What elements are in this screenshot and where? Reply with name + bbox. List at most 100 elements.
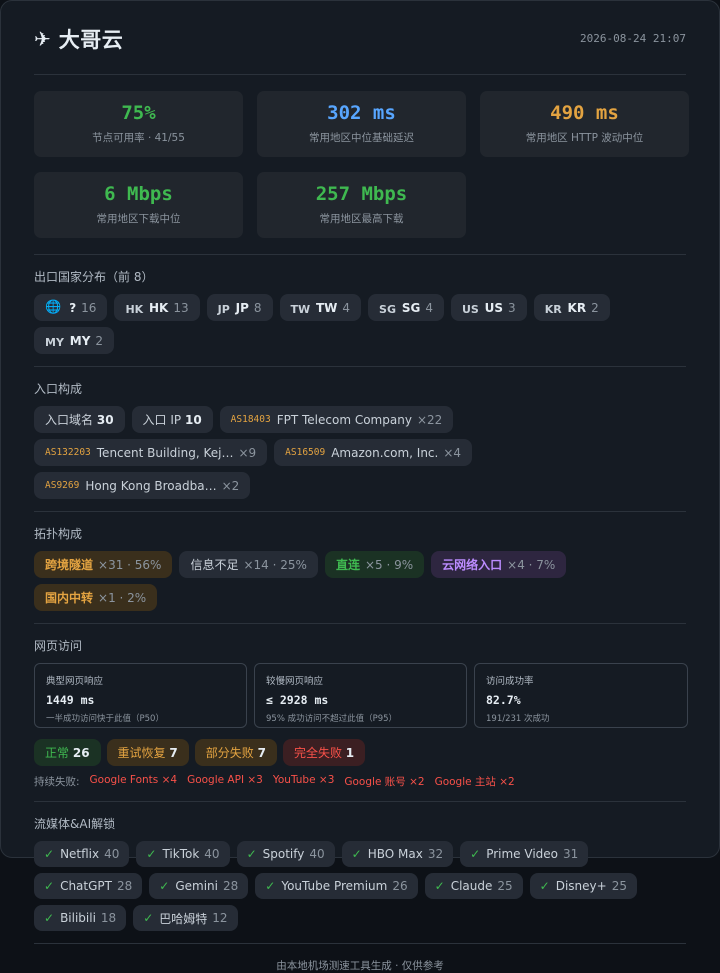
section-title: 出口国家分布（前 8） — [34, 270, 154, 284]
media-chip-spotify: ✓ Spotify 40 — [236, 841, 335, 867]
country-code: SG — [401, 300, 421, 315]
web-card-p50: 典型网页响应 1449 ms 一半成功访问快于此值（P50） — [34, 663, 247, 728]
media-name: Spotify — [262, 847, 305, 861]
metric-label: 常用地区 HTTP 波动中位 — [525, 131, 644, 144]
chip-label: 入口域名 — [45, 413, 94, 427]
topology-chips: 跨境隧道 ×31 · 56% 信息不足 ×14 · 25% 直连 ×5 · 9%… — [34, 551, 686, 611]
asn-number: AS9269 — [45, 480, 80, 491]
metric-latency: 302 ms 常用地区中位基础延迟 — [257, 91, 466, 157]
topology-label: 信息不足 — [190, 558, 239, 572]
asn-number: AS132203 — [45, 447, 91, 458]
status-chips: 正常 26 重试恢复 7 部分失败 7 完全失败 1 — [34, 739, 686, 766]
media-chip-tiktok: ✓ TikTok 40 — [136, 841, 230, 867]
my-flag-icon: MY — [45, 336, 64, 349]
metric-label: 常用地区下载中位 — [96, 212, 181, 225]
asn-count: ×4 — [443, 445, 462, 460]
media-count: 31 — [563, 847, 579, 861]
country-chip-unknown: 🌐 ? 16 — [34, 294, 108, 321]
topology-label: 国内中转 — [45, 591, 94, 605]
failure-item: Google 主站 ×2 — [434, 776, 515, 788]
status-chip-failed: 完全失败 1 — [282, 739, 366, 766]
country-code: KR — [567, 300, 587, 315]
failure-item: YouTube ×3 — [272, 774, 335, 786]
report-card: ✈ 大哥云 2026-08-24 21:07 75% 节点可用率 · 41/55… — [0, 0, 720, 972]
failure-item: Google 账号 ×2 — [344, 776, 425, 788]
media-count: 25 — [611, 879, 627, 893]
metric-value: 6 Mbps — [104, 183, 173, 206]
brand: ✈ 大哥云 — [34, 24, 123, 54]
asn-chip: AS132203 Tencent Building, Kej… ×9 — [34, 439, 268, 466]
media-count: 18 — [100, 911, 117, 925]
card-value: ≤ 2928 ms — [266, 693, 329, 707]
status-count: 26 — [72, 745, 90, 760]
failure-item: Google API ×3 — [187, 774, 263, 786]
topology-label: 跨境隧道 — [45, 558, 94, 572]
asn-name: Hong Kong Broadba… — [85, 478, 217, 493]
media-chip-chatgpt: ✓ ChatGPT 28 — [34, 873, 143, 899]
media-name: HBO Max — [367, 847, 423, 861]
persist-label: 持续失败: — [34, 776, 80, 788]
media-chips: ✓ Netflix 40 ✓ TikTok 40 ✓ Spotify 40 ✓ HBO Max… — [34, 841, 686, 931]
metric-download-max: 257 Mbps 常用地区最高下载 — [257, 172, 466, 238]
media-count: 40 — [104, 847, 120, 861]
metric-label: 常用地区最高下载 — [319, 212, 404, 225]
metric-label: 常用地区中位基础延迟 — [309, 131, 414, 144]
asn-name: Amazon.com, Inc. — [331, 445, 439, 460]
media-name: Bilibili — [60, 911, 96, 925]
asn-chip: AS16509 Amazon.com, Inc. ×4 — [274, 439, 473, 466]
topology-chip-direct: 直连 ×5 · 9% — [324, 551, 425, 578]
airplane-icon: ✈ — [34, 26, 51, 51]
media-count: 25 — [497, 879, 513, 893]
card-sub: 191/231 次成功 — [486, 714, 550, 724]
media-name: TikTok — [162, 847, 200, 861]
country-chip-my: MY MY 2 — [34, 327, 115, 354]
web-card-success: 访问成功率 82.7% 191/231 次成功 — [474, 663, 688, 728]
media-count: 28 — [116, 879, 133, 893]
media-count: 32 — [427, 847, 444, 861]
media-count: 12 — [212, 911, 228, 925]
entry-ip-chip: 入口 IP 10 — [131, 406, 213, 433]
media-count: 28 — [222, 879, 239, 893]
media-chip-hbo-max: ✓ HBO Max 32 — [341, 841, 454, 867]
metric-download-median: 6 Mbps 常用地区下载中位 — [34, 172, 243, 238]
header: ✈ 大哥云 2026-08-24 21:07 — [34, 1, 686, 75]
country-count: 4 — [342, 300, 351, 315]
status-chip-retry: 重试恢复 7 — [106, 739, 189, 766]
chip-count: 10 — [184, 412, 202, 427]
check-icon: ✓ — [159, 879, 170, 893]
page-title: 大哥云 — [58, 27, 124, 52]
topology-label: 云网络入口 — [442, 558, 503, 572]
topology-stat: ×1 · 2% — [98, 590, 147, 605]
web-card-p95: 较慢网页响应 ≤ 2928 ms 95% 成功访问不超过此值（P95） — [254, 663, 467, 728]
media-name: ChatGPT — [60, 879, 112, 893]
check-icon: ✓ — [44, 911, 55, 925]
metric-label: 节点可用率 · 41/55 — [92, 131, 185, 144]
web-cards: 典型网页响应 1449 ms 一半成功访问快于此值（P50） 较慢网页响应 ≤ … — [34, 663, 688, 728]
country-code: HK — [149, 300, 169, 315]
media-chip-bahamut: ✓ 巴哈姆特 12 — [133, 905, 238, 931]
country-count: 2 — [591, 300, 599, 315]
metric-value: 75% — [121, 102, 156, 125]
chip-label: 入口 IP — [142, 413, 182, 427]
status-label: 部分失败 — [205, 746, 254, 760]
check-icon: ✓ — [246, 847, 257, 861]
entry-chips: 入口域名 30 入口 IP 10 AS18403 FPT Telecom Com… — [34, 406, 686, 499]
footer-note: 由本地机场测速工具生成 · 仅供参考 — [276, 960, 444, 972]
country-chip-sg: SG SG 4 — [368, 294, 444, 321]
asn-number: AS18403 — [230, 414, 271, 425]
tw-flag-icon: TW — [290, 303, 311, 316]
card-value: 82.7% — [486, 693, 521, 707]
entry-section: 入口构成 入口域名 30 入口 IP 10 AS18403 FPT Teleco… — [34, 367, 686, 512]
globe-icon: 🌐 — [45, 300, 62, 315]
country-chips: 🌐 ? 16 HK HK 13 JP JP 8 TW TW 4 SG SG 4 … — [34, 294, 686, 354]
topology-stat: ×31 · 56% — [98, 557, 162, 572]
check-icon: ✓ — [470, 847, 481, 861]
country-code: US — [484, 300, 504, 315]
us-flag-icon: US — [461, 303, 479, 316]
country-code: JP — [235, 300, 249, 315]
topology-stat: ×14 · 25% — [243, 557, 307, 572]
country-code: TW — [315, 300, 338, 315]
metric-value: 302 ms — [327, 102, 396, 125]
country-count: 13 — [173, 300, 189, 315]
media-unlock-section: 流媒体&AI解锁 ✓ Netflix 40 ✓ TikTok 40 ✓ Spotify 40… — [34, 802, 686, 944]
